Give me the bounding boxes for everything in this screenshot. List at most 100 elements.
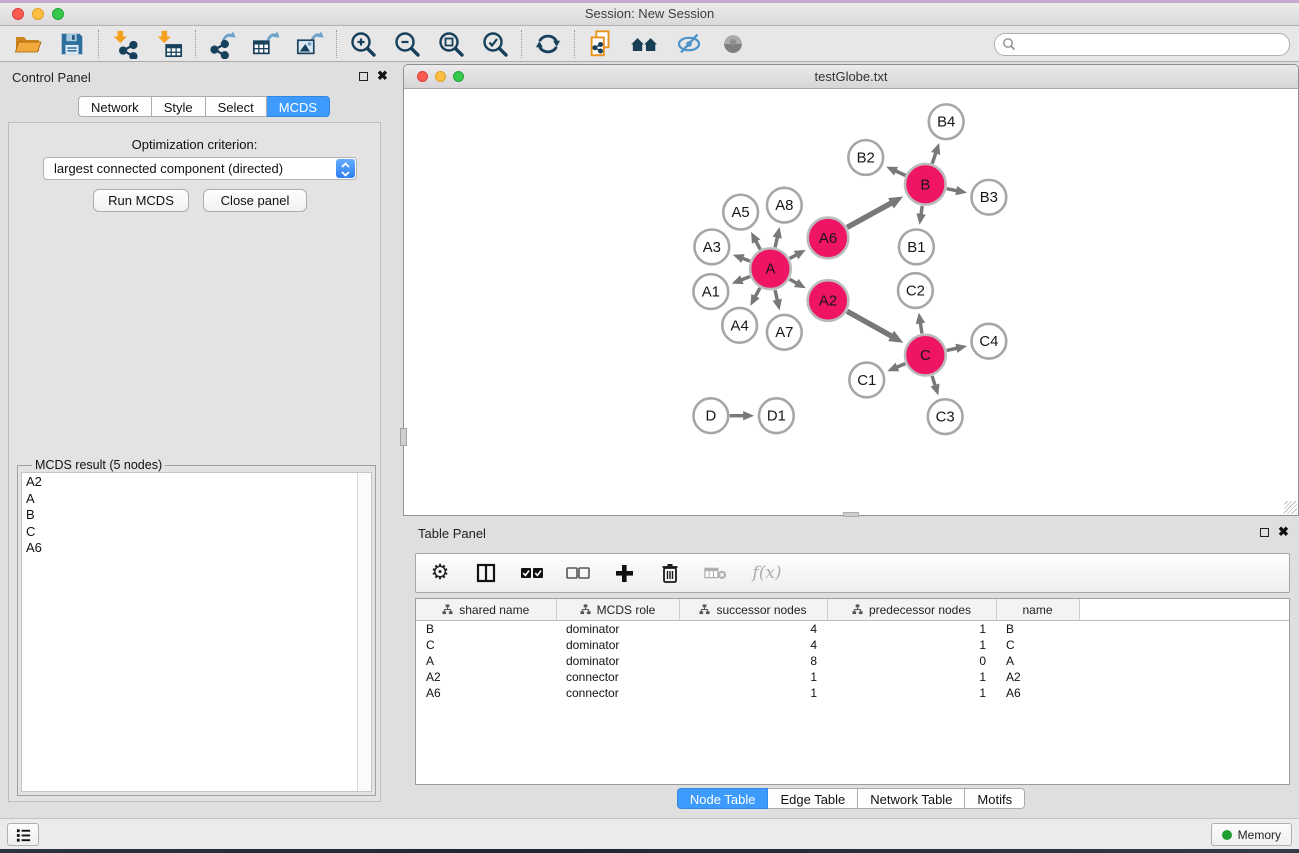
show-columns-button[interactable] — [474, 560, 498, 586]
apply-layout-button[interactable] — [526, 27, 570, 61]
mcds-result-list[interactable]: A2ABCA6 — [21, 472, 372, 792]
graph-node-C[interactable]: C — [905, 335, 946, 376]
graph-edge-B-B1[interactable] — [916, 206, 925, 225]
tab-edge-table[interactable]: Edge Table — [768, 788, 858, 809]
column-header-predecessor-nodes[interactable]: predecessor nodes — [827, 599, 996, 621]
list-item[interactable]: A6 — [22, 540, 371, 557]
graph-edge-B-B4[interactable] — [931, 143, 940, 164]
table-row[interactable]: A2 connector 1 1 A2 — [416, 669, 1289, 685]
save-session-button[interactable] — [50, 27, 94, 61]
graph-edge-A6-B[interactable] — [847, 197, 903, 228]
table-cell[interactable]: dominator — [556, 637, 679, 653]
table-cell[interactable]: 1 — [827, 685, 996, 701]
criterion-dropdown[interactable]: largest connected component (directed) — [43, 157, 357, 180]
graph-node-C2[interactable]: C2 — [898, 273, 933, 308]
table-cell[interactable]: 1 — [679, 669, 827, 685]
tab-network-table[interactable]: Network Table — [858, 788, 965, 809]
run-mcds-button[interactable]: Run MCDS — [93, 189, 189, 212]
splitter-grip-bottom[interactable] — [843, 512, 859, 517]
graph-edge-A-A1[interactable] — [732, 275, 750, 284]
table-row[interactable]: A6 connector 1 1 A6 — [416, 685, 1289, 701]
graph-node-A1[interactable]: A1 — [693, 274, 728, 309]
graph-node-A[interactable]: A — [750, 248, 791, 289]
window-resize-grip[interactable] — [1284, 501, 1297, 514]
table-cell[interactable]: C — [416, 637, 556, 653]
minimize-window-button[interactable] — [32, 8, 44, 20]
graph-edge-A-A8[interactable] — [773, 227, 782, 247]
graph-node-A2[interactable]: A2 — [808, 280, 849, 321]
splitter-grip-left[interactable] — [400, 428, 407, 446]
tab-motifs[interactable]: Motifs — [965, 788, 1025, 809]
table-cell[interactable]: dominator — [556, 621, 679, 638]
zoom-network-window-button[interactable] — [453, 71, 464, 82]
table-cell[interactable]: connector — [556, 669, 679, 685]
graph-edge-A-A6[interactable] — [790, 250, 806, 259]
graph-node-C4[interactable]: C4 — [972, 324, 1007, 359]
table-cell[interactable]: connector — [556, 685, 679, 701]
close-panel-icon[interactable]: ✖ — [377, 68, 388, 84]
graph-node-A7[interactable]: A7 — [767, 315, 802, 350]
table-cell[interactable]: 1 — [679, 685, 827, 701]
graph-node-B2[interactable]: B2 — [848, 140, 883, 175]
graph-edge-A2-C[interactable] — [847, 311, 903, 343]
graph-edge-C-C1[interactable] — [887, 363, 905, 372]
column-header-shared-name[interactable]: shared name — [416, 599, 556, 621]
column-header-successor-nodes[interactable]: successor nodes — [679, 599, 827, 621]
graph-node-D1[interactable]: D1 — [759, 398, 794, 433]
zoom-window-button[interactable] — [52, 8, 64, 20]
network-from-selection-button[interactable] — [579, 27, 623, 61]
table-cell[interactable]: B — [416, 621, 556, 638]
table-cell[interactable]: A6 — [416, 685, 556, 701]
unselect-all-columns-button[interactable] — [566, 560, 590, 586]
zoom-fit-button[interactable] — [429, 27, 473, 61]
search-field[interactable] — [994, 33, 1290, 56]
table-cell[interactable]: 1 — [827, 669, 996, 685]
close-network-window-button[interactable] — [417, 71, 428, 82]
graph-node-A8[interactable]: A8 — [767, 188, 802, 223]
show-all-button[interactable] — [711, 27, 755, 61]
delete-table-button[interactable] — [704, 560, 728, 586]
table-row[interactable]: A dominator 8 0 A — [416, 653, 1289, 669]
select-all-columns-button[interactable] — [520, 560, 544, 586]
graph-edge-A-A3[interactable] — [733, 254, 750, 263]
tab-node-table[interactable]: Node Table — [677, 788, 769, 809]
minimize-network-window-button[interactable] — [435, 71, 446, 82]
open-session-button[interactable] — [6, 27, 50, 61]
create-column-button[interactable] — [612, 560, 636, 586]
graph-node-B[interactable]: B — [905, 164, 946, 205]
table-cell[interactable]: 4 — [679, 621, 827, 638]
graph-edge-A-A7[interactable] — [773, 290, 782, 310]
memory-button[interactable]: Memory — [1211, 823, 1292, 846]
table-cell[interactable]: 8 — [679, 653, 827, 669]
graph-node-C1[interactable]: C1 — [849, 363, 884, 398]
graph-edge-C-C2[interactable] — [916, 313, 925, 334]
graph-node-B3[interactable]: B3 — [972, 180, 1007, 215]
list-item[interactable]: A2 — [22, 474, 371, 491]
table-settings-button[interactable]: ⚙ — [428, 560, 452, 586]
table-cell[interactable]: A2 — [416, 669, 556, 685]
graph-edge-B-B3[interactable] — [947, 186, 967, 195]
graph-node-A6[interactable]: A6 — [808, 218, 849, 259]
network-graph[interactable]: B4B2BB3A8A5A6A3B1AA1C2A2A4A7C4CC1C3DD1 — [405, 89, 1297, 514]
graph-edge-A-A2[interactable] — [790, 279, 806, 288]
zoom-selected-button[interactable] — [473, 27, 517, 61]
table-cell[interactable]: 1 — [827, 637, 996, 653]
graph-node-A3[interactable]: A3 — [694, 230, 729, 265]
import-table-button[interactable] — [147, 27, 191, 61]
table-cell[interactable]: A — [416, 653, 556, 669]
import-network-button[interactable] — [103, 27, 147, 61]
table-cell[interactable]: A2 — [996, 669, 1079, 685]
table-cell[interactable]: 0 — [827, 653, 996, 669]
hide-selected-button[interactable] — [667, 27, 711, 61]
close-table-panel-icon[interactable]: ✖ — [1278, 524, 1289, 540]
close-panel-button[interactable]: Close panel — [203, 189, 307, 212]
graph-edge-B-B2[interactable] — [886, 167, 905, 176]
export-table-button[interactable] — [244, 27, 288, 61]
table-cell[interactable]: 4 — [679, 637, 827, 653]
table-cell[interactable]: A6 — [996, 685, 1079, 701]
export-network-button[interactable] — [200, 27, 244, 61]
zoom-out-button[interactable] — [385, 27, 429, 61]
network-canvas[interactable]: B4B2BB3A8A5A6A3B1AA1C2A2A4A7C4CC1C3DD1 — [405, 89, 1297, 514]
column-header-mcds-role[interactable]: MCDS role — [556, 599, 679, 621]
graph-node-C3[interactable]: C3 — [928, 399, 963, 434]
